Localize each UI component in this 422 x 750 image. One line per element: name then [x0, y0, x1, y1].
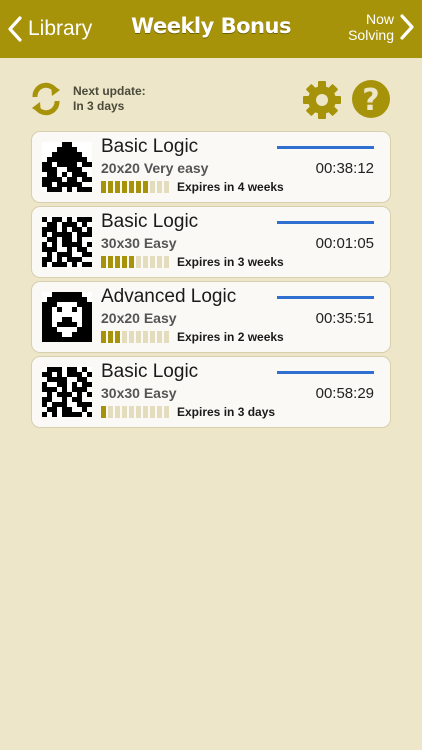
update-line1: Next update:: [73, 84, 146, 98]
puzzle-name: Basic Logic: [101, 361, 199, 382]
top-bar: Library Weekly Bonus Now Solving: [0, 0, 422, 58]
forward-label: Now Solving: [348, 11, 394, 43]
progress-line: [277, 296, 374, 299]
update-text: Next update: In 3 days: [73, 84, 146, 114]
meter-segment: [136, 181, 141, 193]
puzzle-time: 00:58:29: [315, 385, 374, 402]
meter-segment: [143, 181, 148, 193]
meter-segment: [101, 406, 106, 418]
meter-segment: [157, 331, 162, 343]
puzzle-name: Advanced Logic: [101, 286, 237, 307]
chevron-right-icon: [400, 14, 414, 40]
meter-segment: [101, 331, 106, 343]
meter-segment: [122, 331, 127, 343]
meter-segment: [129, 256, 134, 268]
puzzle-card[interactable]: Basic Logic 30x30 Easy 00:01:05 Expires …: [32, 207, 390, 277]
meter-segment: [143, 331, 148, 343]
meter-segment: [150, 256, 155, 268]
meter-segment: [108, 181, 113, 193]
meter-segment: [101, 256, 106, 268]
gear-icon[interactable]: [302, 80, 342, 120]
expiry-text: Expires in 4 weeks: [177, 180, 284, 194]
difficulty-meter: [101, 256, 169, 268]
meter-segment: [115, 256, 120, 268]
puzzle-size: 30x30 Easy: [101, 385, 177, 401]
puzzle-size: 20x20 Easy: [101, 310, 177, 326]
meter-segment: [108, 256, 113, 268]
expiry-text: Expires in 3 days: [177, 405, 276, 419]
puzzle-time: 00:38:12: [315, 160, 374, 177]
puzzle-thumbnail: [42, 292, 92, 342]
meter-segment: [129, 331, 134, 343]
difficulty-meter: [101, 406, 169, 418]
meter-segment: [136, 256, 141, 268]
puzzle-thumbnail: [42, 142, 92, 192]
meter-segment: [143, 256, 148, 268]
meter-segment: [129, 181, 134, 193]
meter-segment: [157, 181, 162, 193]
forward-label-line2: Solving: [348, 27, 394, 43]
now-solving-button[interactable]: Now Solving: [348, 11, 414, 43]
puzzle-thumbnail: [42, 217, 92, 267]
meter-segment: [157, 256, 162, 268]
puzzle-size: 30x30 Easy: [101, 235, 177, 251]
meter-segment: [115, 181, 120, 193]
meter-segment: [122, 256, 127, 268]
svg-text:?: ?: [362, 83, 379, 118]
meter-segment: [122, 406, 127, 418]
puzzle-name: Basic Logic: [101, 211, 199, 232]
meter-segment: [129, 406, 134, 418]
meter-segment: [164, 181, 169, 193]
forward-label-line1: Now: [365, 11, 394, 27]
meter-segment: [150, 331, 155, 343]
difficulty-meter: [101, 181, 169, 193]
difficulty-meter: [101, 331, 169, 343]
puzzle-card[interactable]: Basic Logic 30x30 Easy 00:58:29 Expires …: [32, 357, 390, 427]
meter-segment: [101, 181, 106, 193]
meter-segment: [108, 331, 113, 343]
progress-line: [277, 146, 374, 149]
progress-line: [277, 221, 374, 224]
puzzle-name: Basic Logic: [101, 136, 199, 157]
refresh-icon[interactable]: [27, 80, 65, 118]
meter-segment: [136, 406, 141, 418]
update-info: Next update: In 3 days: [27, 80, 146, 118]
help-icon[interactable]: ?: [351, 79, 391, 119]
meter-segment: [164, 256, 169, 268]
meter-segment: [122, 181, 127, 193]
meter-segment: [136, 331, 141, 343]
meter-segment: [150, 406, 155, 418]
meter-segment: [115, 406, 120, 418]
meter-segment: [115, 331, 120, 343]
puzzle-card[interactable]: Basic Logic 20x20 Very easy 00:38:12 Exp…: [32, 132, 390, 202]
puzzle-thumbnail: [42, 367, 92, 417]
update-line2: In 3 days: [73, 99, 125, 113]
puzzle-size: 20x20 Very easy: [101, 160, 209, 176]
expiry-text: Expires in 2 weeks: [177, 330, 284, 344]
meter-segment: [164, 406, 169, 418]
puzzle-time: 00:01:05: [315, 235, 374, 252]
meter-segment: [164, 331, 169, 343]
puzzle-time: 00:35:51: [315, 310, 374, 327]
meter-segment: [157, 406, 162, 418]
progress-line: [277, 371, 374, 374]
meter-segment: [108, 406, 113, 418]
meter-segment: [143, 406, 148, 418]
meter-segment: [150, 181, 155, 193]
expiry-text: Expires in 3 weeks: [177, 255, 284, 269]
puzzle-card[interactable]: Advanced Logic 20x20 Easy 00:35:51 Expir…: [32, 282, 390, 352]
